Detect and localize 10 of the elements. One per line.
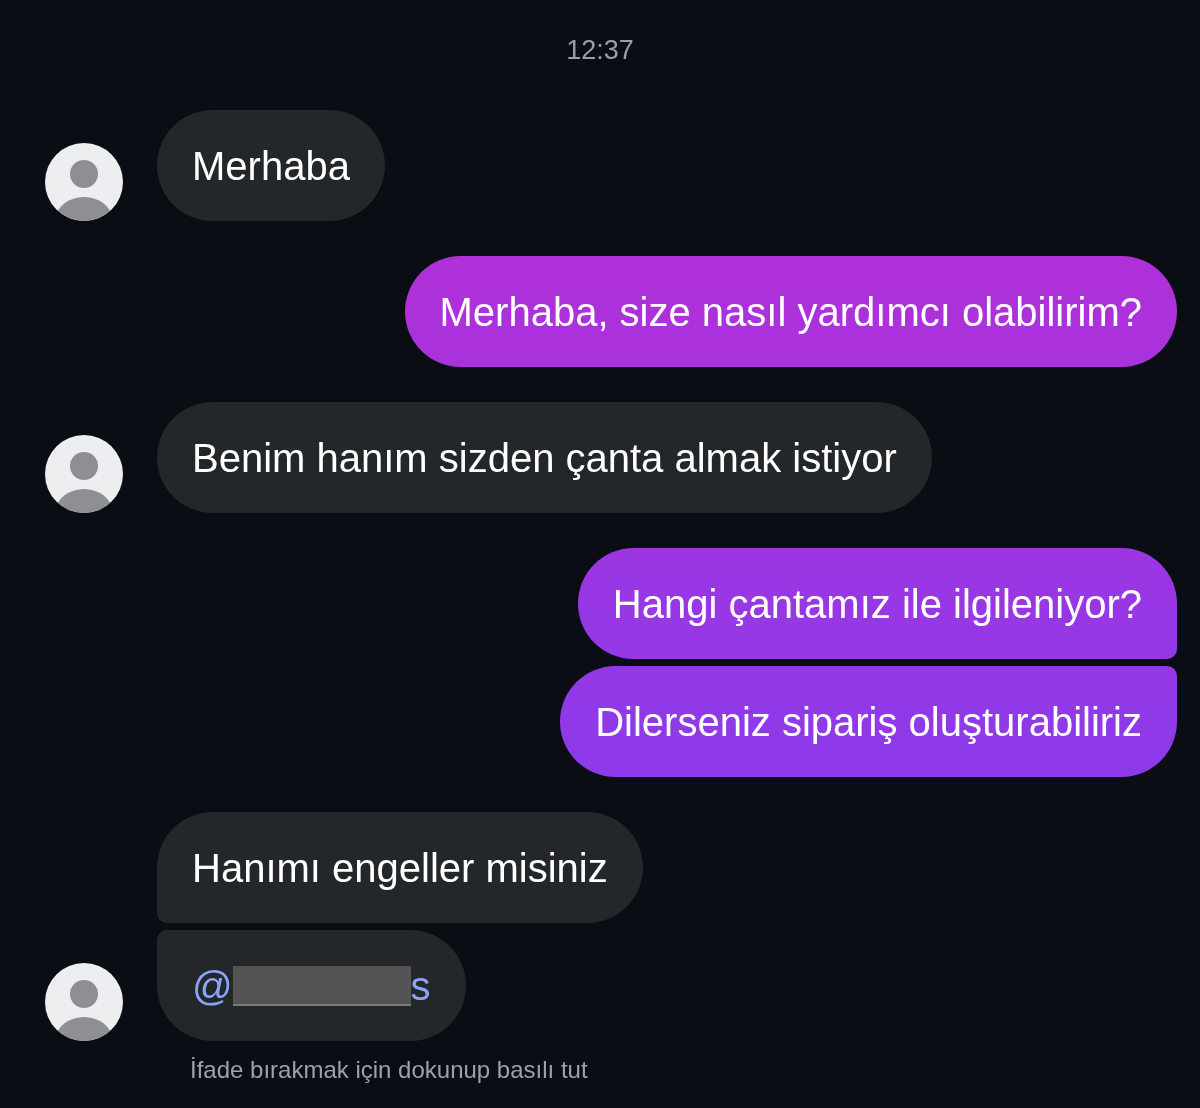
sent-message: Hangi çantamız ile ilgileniyor? [577, 548, 1177, 659]
received-message: Hanımı engeller misiniz [157, 812, 643, 923]
mention-at-sign[interactable]: @ [192, 962, 233, 1009]
reaction-hint: İfade bırakmak için dokunup basılı tut [189, 1055, 589, 1085]
sent-message: Merhaba, size nasıl yardımcı olabilirim? [404, 256, 1177, 367]
message-timestamp: 12:37 [565, 34, 635, 67]
sent-message: Dilerseniz sipariş oluşturabiliriz [560, 666, 1177, 777]
received-message: Merhaba [157, 110, 385, 221]
received-message: Benim hanım sizden çanta almak istiyor [157, 402, 932, 513]
mention-username-end[interactable]: s [410, 962, 431, 1009]
